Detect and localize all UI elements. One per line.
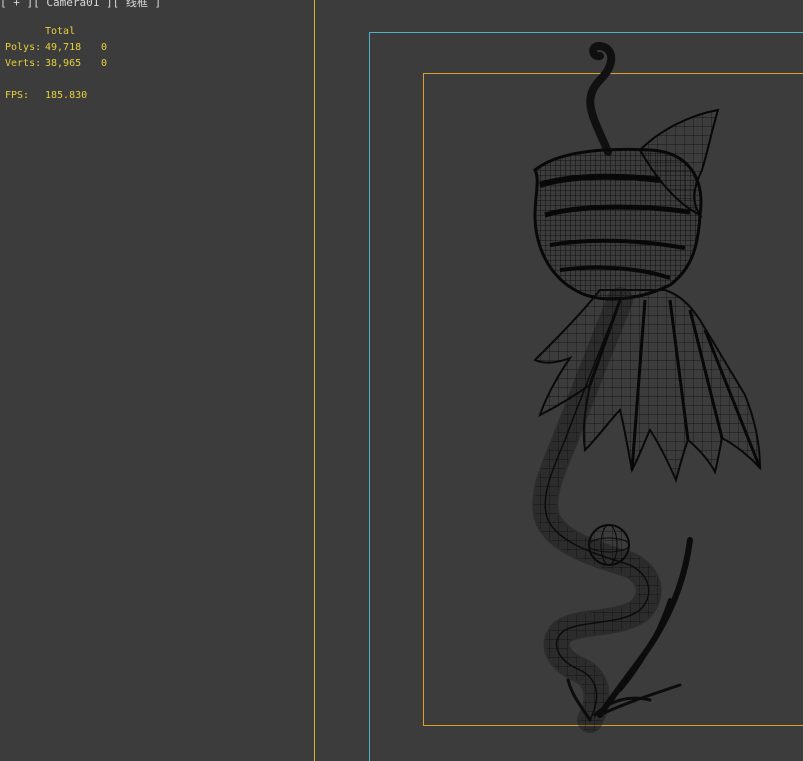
- orb-sphere: [588, 524, 630, 566]
- top-curl-horn: [586, 42, 616, 156]
- camera-viewport[interactable]: [ + ][ Camera01 ][ 线框 ] Total Polys: 49,…: [0, 0, 803, 761]
- wireframe-model[interactable]: [0, 0, 803, 761]
